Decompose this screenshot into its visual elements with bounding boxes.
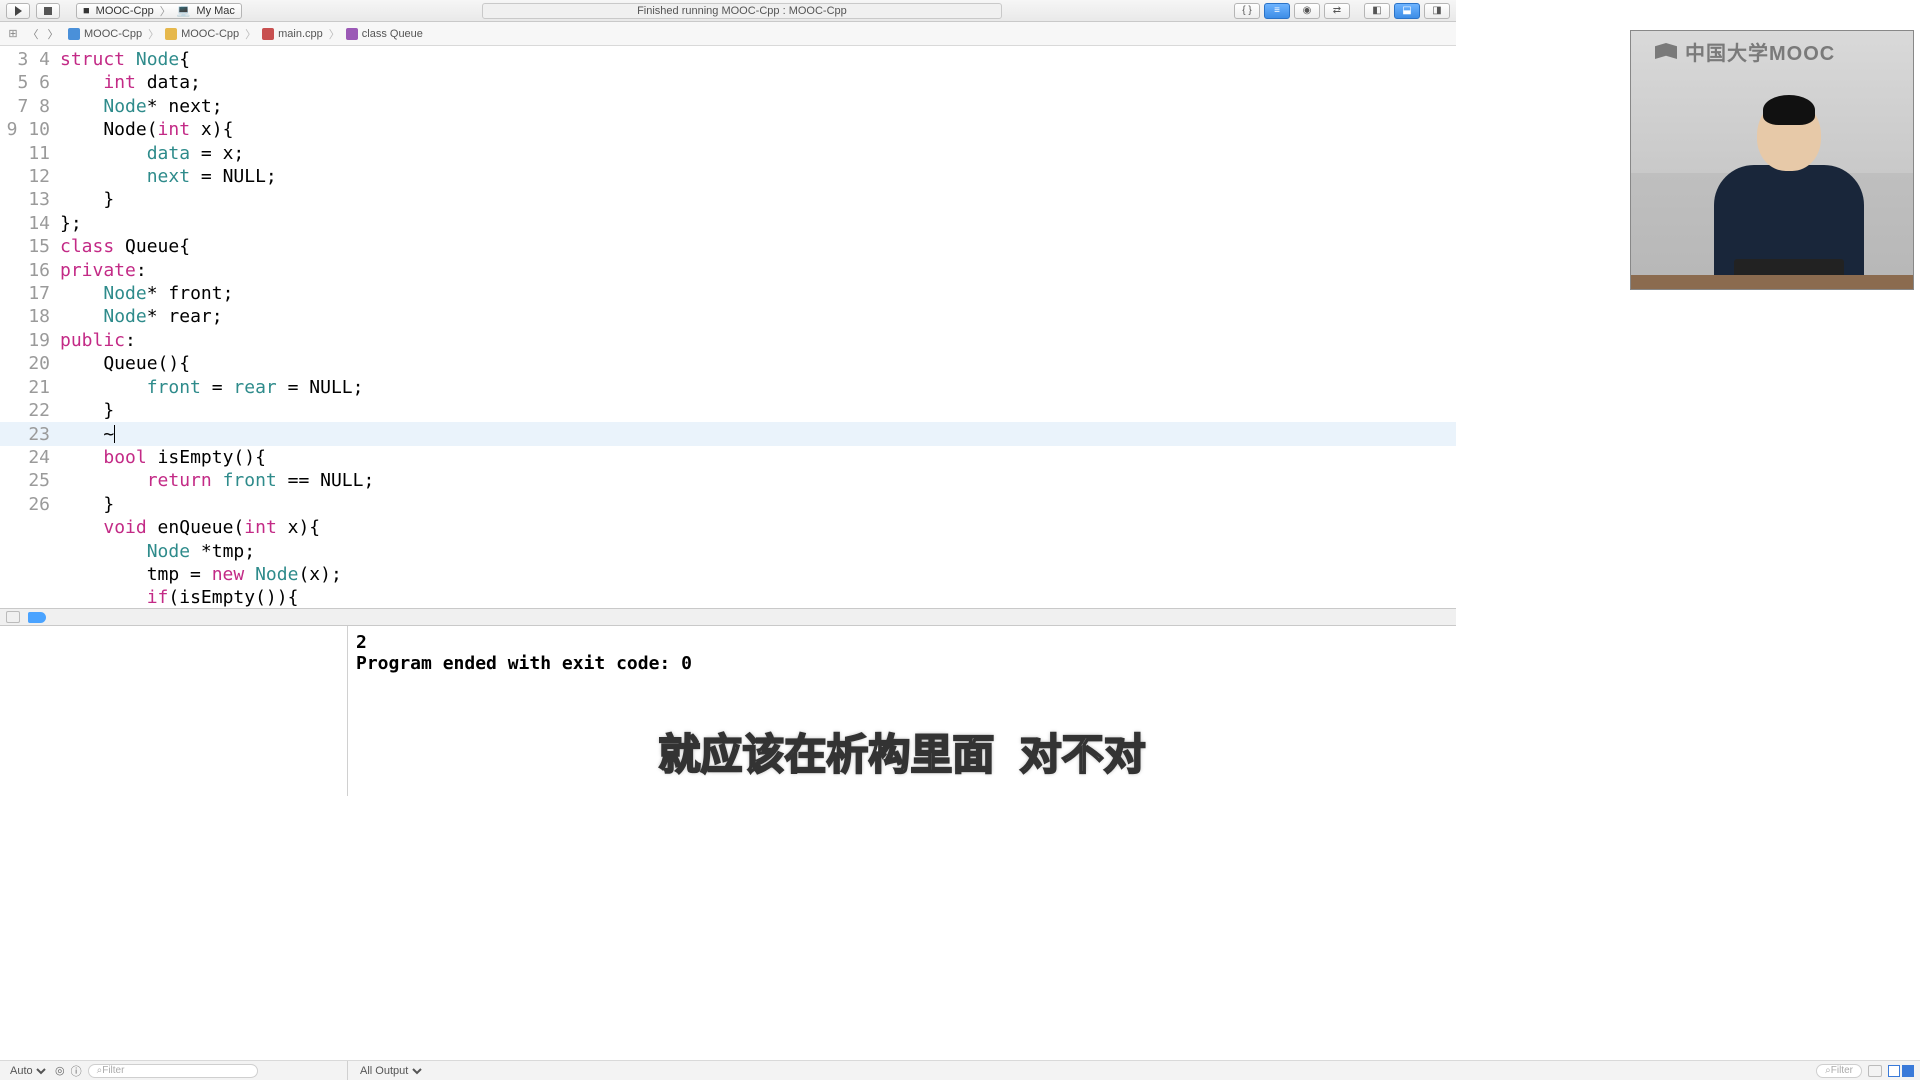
book-icon — [1655, 43, 1677, 59]
variables-view[interactable] — [0, 626, 348, 796]
jump-folder[interactable]: MOOC-Cpp — [161, 28, 243, 40]
breakpoint-toggle-icon[interactable] — [28, 612, 46, 623]
video-subtitle: 就应该在析构里面 对不对 — [658, 721, 1145, 782]
code-area[interactable]: struct Node{ int data; Node* next; Node(… — [60, 46, 1456, 608]
play-icon — [15, 6, 22, 16]
assistant-editor-icon[interactable]: ◉ — [1294, 3, 1320, 19]
standard-editor-icon[interactable]: ≡ — [1264, 3, 1290, 19]
source-editor[interactable]: 3 4 5 6 7 8 9 10 11 12 13 14 15 16 17 18… — [0, 46, 1456, 608]
variables-scope-select[interactable]: Auto — [6, 1064, 49, 1078]
toolbar: ■ MOOC-Cpp 〉 💻 My Mac Finished running M… — [0, 0, 1456, 22]
version-editor-icon[interactable]: ⇄ — [1324, 3, 1350, 19]
editor-options-icon[interactable]: { } — [1234, 3, 1260, 19]
activity-status: Finished running MOOC-Cpp : MOOC-Cpp — [482, 3, 1002, 19]
related-items-icon[interactable]: ⊞ — [4, 27, 22, 40]
info-icon[interactable]: ⓘ — [71, 1063, 82, 1079]
toggle-inspector-icon[interactable]: ◨ — [1424, 3, 1450, 19]
pane-toggle[interactable] — [1888, 1065, 1914, 1077]
console-output[interactable]: 2 Program ended with exit code: 0 就应该在析构… — [348, 626, 1456, 796]
toolbar-right: { } ≡ ◉ ⇄ ◧ ⬓ ◨ — [1234, 3, 1456, 19]
stop-icon — [44, 7, 52, 15]
toggle-navigator-icon[interactable]: ◧ — [1364, 3, 1390, 19]
hide-debug-icon[interactable] — [6, 611, 20, 623]
nav-forward-icon[interactable]: 〉 — [44, 26, 62, 42]
presenter-webcam: 中国大学MOOC — [1630, 30, 1914, 290]
jump-bar: ⊞ 〈 〉 MOOC-Cpp 〉 MOOC-Cpp 〉 main.cpp 〉 c… — [0, 22, 1456, 46]
debug-bar — [0, 608, 1456, 626]
status-text: Finished running MOOC-Cpp : MOOC-Cpp — [637, 5, 847, 17]
trash-icon[interactable] — [1868, 1065, 1882, 1077]
presenter-figure — [1704, 99, 1874, 289]
file-icon — [262, 28, 274, 40]
run-button[interactable] — [6, 3, 30, 19]
debug-area: 2 Program ended with exit code: 0 就应该在析构… — [0, 626, 1456, 796]
debug-bottom-bar: Auto ◎ ⓘ ⌕ Filter All Output ⌕ Filter — [0, 1060, 1920, 1080]
class-icon — [346, 28, 358, 40]
console-filter-input[interactable]: ⌕ Filter — [1816, 1064, 1862, 1078]
toolbar-left: ■ MOOC-Cpp 〉 💻 My Mac — [0, 3, 242, 19]
folder-icon — [165, 28, 177, 40]
mooc-logo: 中国大学MOOC — [1655, 37, 1903, 65]
line-number-gutter: 3 4 5 6 7 8 9 10 11 12 13 14 15 16 17 18… — [0, 46, 60, 608]
console-output-select[interactable]: All Output — [356, 1064, 425, 1078]
scheme-name: MOOC-Cpp — [96, 5, 154, 17]
jump-file[interactable]: main.cpp — [258, 28, 327, 40]
eye-icon[interactable]: ◎ — [55, 1064, 65, 1077]
toggle-debug-area-icon[interactable]: ⬓ — [1394, 3, 1420, 19]
jump-symbol[interactable]: class Queue — [342, 28, 427, 40]
jump-project[interactable]: MOOC-Cpp — [64, 28, 146, 40]
stop-button[interactable] — [36, 3, 60, 19]
nav-back-icon[interactable]: 〈 — [24, 26, 42, 42]
run-destination: My Mac — [196, 5, 235, 17]
scheme-selector[interactable]: ■ MOOC-Cpp 〉 💻 My Mac — [76, 3, 242, 19]
project-icon — [68, 28, 80, 40]
variables-filter-input[interactable]: ⌕ Filter — [88, 1064, 258, 1078]
